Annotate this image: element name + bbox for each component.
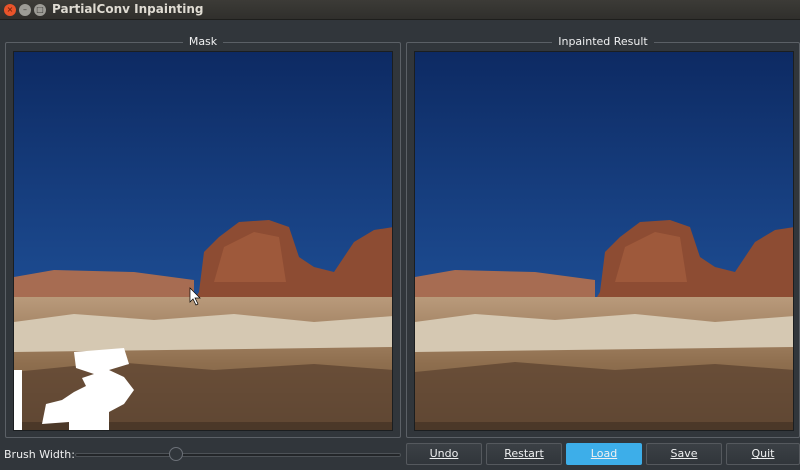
undo-button[interactable]: Undo <box>406 443 482 465</box>
restart-button[interactable]: Restart <box>486 443 562 465</box>
close-window-button[interactable]: × <box>4 4 16 16</box>
mask-panel: Mask <box>5 35 401 438</box>
load-button[interactable]: Load <box>566 443 642 465</box>
minimize-window-button[interactable]: – <box>19 4 31 16</box>
mask-canvas[interactable] <box>13 51 393 431</box>
inpainted-landscape-image <box>415 52 793 430</box>
brush-width-label: Brush Width: <box>4 448 75 461</box>
brush-width-slider[interactable] <box>75 453 401 457</box>
window-title: PartialConv Inpainting <box>52 2 204 16</box>
result-panel: Inpainted Result <box>406 35 800 438</box>
result-canvas <box>414 51 794 431</box>
window-titlebar: × – □ PartialConv Inpainting <box>0 0 800 20</box>
brush-width-slider-handle[interactable] <box>168 447 183 461</box>
quit-button[interactable]: Quit <box>726 443 800 465</box>
save-button[interactable]: Save <box>646 443 722 465</box>
mask-landscape-image <box>14 52 392 430</box>
maximize-window-button[interactable]: □ <box>34 4 46 16</box>
mask-panel-title: Mask <box>182 35 224 48</box>
result-panel-title: Inpainted Result <box>552 35 654 48</box>
